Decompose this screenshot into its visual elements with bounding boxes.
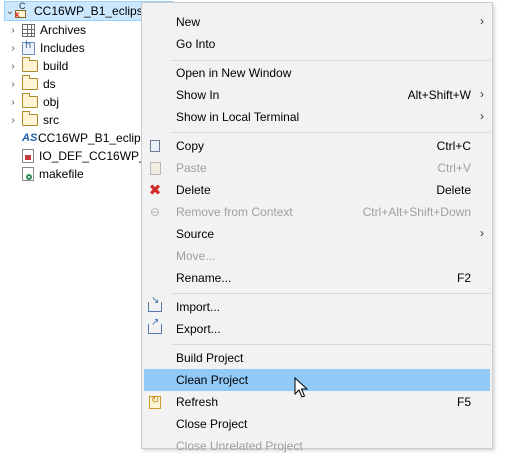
menu-item-label: Export... bbox=[176, 322, 221, 336]
project-icon: Cx bbox=[15, 1, 26, 19]
delete-icon: ✖ bbox=[148, 181, 162, 199]
menu-item-clean-project[interactable]: Clean Project bbox=[144, 369, 490, 391]
menu-item-build-project[interactable]: Build Project bbox=[144, 347, 490, 369]
menu-item-shortcut: Ctrl+V bbox=[437, 161, 471, 175]
copy-icon bbox=[147, 138, 163, 154]
menu-item-import[interactable]: Import... bbox=[144, 295, 490, 318]
menu-item-copy[interactable]: Copy Ctrl+C bbox=[144, 135, 490, 157]
menu-item-shortcut: F2 bbox=[456, 271, 471, 285]
menu-item-label: Show In bbox=[176, 88, 220, 102]
folder-icon bbox=[22, 57, 38, 72]
menu-item-label: Show in Local Terminal bbox=[176, 110, 300, 124]
submenu-arrow-icon: › bbox=[480, 87, 484, 101]
menu-item-source[interactable]: Source › bbox=[144, 223, 490, 245]
context-menu: New › Go Into Open in New Window Show In… bbox=[141, 2, 493, 453]
menu-item-label: Paste bbox=[176, 161, 207, 175]
menu-item-go-into[interactable]: Go Into bbox=[144, 33, 490, 55]
submenu-arrow-icon: › bbox=[480, 226, 484, 240]
tree-item-label: CC16WP_B1_eclips bbox=[38, 131, 147, 145]
menu-item-new[interactable]: New › bbox=[144, 11, 490, 33]
menu-item-move[interactable]: Move... bbox=[144, 245, 490, 267]
tree-item-label: src bbox=[43, 113, 59, 127]
chevron-right-icon[interactable]: › bbox=[8, 115, 18, 126]
menu-item-show-in[interactable]: Show In Alt+Shift+W › bbox=[144, 84, 490, 106]
chevron-right-icon[interactable]: › bbox=[8, 43, 18, 54]
chevron-right-icon[interactable]: › bbox=[8, 61, 18, 72]
chevron-right-icon[interactable]: › bbox=[8, 25, 18, 36]
tree-item-label: obj bbox=[43, 95, 60, 109]
menu-item-show-in-local-terminal[interactable]: Show in Local Terminal › bbox=[144, 106, 490, 128]
menu-item-remove-from-context[interactable]: ⊖ Remove from Context Ctrl+Alt+Shift+Dow… bbox=[144, 201, 490, 223]
import-icon bbox=[147, 295, 163, 315]
tree-item-pdf-file[interactable]: IO_DEF_CC16WP_E bbox=[22, 147, 154, 165]
archive-grid-icon bbox=[22, 23, 35, 37]
tree-item-includes[interactable]: › Includes bbox=[8, 39, 85, 57]
menu-item-label: Move... bbox=[176, 249, 216, 263]
menu-item-label: Build Project bbox=[176, 351, 244, 365]
tree-item-src[interactable]: › src bbox=[8, 111, 59, 129]
menu-item-label: Close Project bbox=[176, 417, 248, 431]
menu-item-shortcut: Delete bbox=[436, 183, 471, 197]
menu-item-open-in-new-window[interactable]: Open in New Window bbox=[144, 62, 490, 84]
tree-item-label: Archives bbox=[40, 23, 87, 37]
menu-item-label: Copy bbox=[176, 139, 205, 153]
menu-item-label: Open in New Window bbox=[176, 66, 292, 80]
refresh-icon bbox=[147, 394, 163, 410]
menu-item-label: Clean Project bbox=[176, 373, 249, 387]
menu-item-shortcut: Ctrl+Alt+Shift+Down bbox=[362, 205, 471, 219]
tree-item-label: ds bbox=[43, 77, 56, 91]
tree-item-archives[interactable]: › Archives bbox=[8, 21, 86, 39]
tree-item-assembly-file[interactable]: AS CC16WP_B1_eclips bbox=[22, 129, 147, 147]
menu-item-close-project[interactable]: Close Project bbox=[144, 413, 490, 435]
submenu-arrow-icon: › bbox=[480, 109, 484, 123]
mouse-cursor-icon bbox=[294, 377, 308, 398]
remove-context-icon: ⊖ bbox=[149, 205, 161, 219]
menu-item-label: Remove from Context bbox=[176, 205, 293, 219]
folder-icon bbox=[22, 75, 38, 90]
submenu-arrow-icon: › bbox=[480, 14, 484, 28]
menu-item-shortcut: F5 bbox=[456, 395, 471, 409]
pdf-file-icon bbox=[22, 149, 34, 163]
folder-icon bbox=[22, 111, 38, 126]
menu-item-label: Rename... bbox=[176, 271, 232, 285]
chevron-right-icon[interactable]: › bbox=[8, 97, 18, 108]
menu-item-label: Import... bbox=[176, 300, 221, 314]
menu-item-label: Delete bbox=[176, 183, 211, 197]
menu-item-label: Go Into bbox=[176, 37, 216, 51]
menu-item-label: Source bbox=[176, 227, 215, 241]
menu-separator bbox=[172, 344, 490, 345]
chevron-down-icon[interactable]: ⌄ bbox=[5, 6, 15, 17]
assembly-file-icon: AS bbox=[22, 132, 38, 144]
menu-item-shortcut: Ctrl+C bbox=[436, 139, 471, 153]
tree-item-label: build bbox=[43, 59, 69, 73]
tree-item-ds[interactable]: › ds bbox=[8, 75, 56, 93]
menu-item-refresh[interactable]: Refresh F5 bbox=[144, 391, 490, 413]
menu-separator bbox=[172, 293, 490, 294]
menu-item-label: Close Unrelated Project bbox=[176, 439, 303, 453]
menu-separator bbox=[172, 132, 490, 133]
menu-item-label: New bbox=[176, 15, 201, 29]
chevron-right-icon[interactable]: › bbox=[8, 79, 18, 90]
menu-item-delete[interactable]: ✖ Delete Delete bbox=[144, 179, 490, 201]
tree-item-build[interactable]: › build bbox=[8, 57, 68, 75]
menu-item-close-unrelated-project[interactable]: Close Unrelated Project bbox=[144, 435, 490, 457]
tree-item-label: makefile bbox=[39, 167, 84, 181]
tree-item-label: Includes bbox=[40, 41, 85, 55]
includes-icon bbox=[22, 40, 35, 55]
export-icon bbox=[147, 317, 163, 337]
tree-item-obj[interactable]: › obj bbox=[8, 93, 59, 111]
tree-item-makefile[interactable]: makefile bbox=[22, 165, 84, 183]
menu-item-export[interactable]: Export... bbox=[144, 317, 490, 340]
menu-item-paste[interactable]: Paste Ctrl+V bbox=[144, 157, 490, 179]
menu-item-shortcut: Alt+Shift+W bbox=[407, 88, 471, 102]
menu-separator bbox=[172, 60, 490, 61]
menu-item-label: Refresh bbox=[176, 395, 219, 409]
folder-icon bbox=[22, 93, 38, 108]
menu-item-rename[interactable]: Rename... F2 bbox=[144, 267, 490, 289]
paste-icon bbox=[147, 160, 163, 176]
makefile-icon bbox=[22, 167, 34, 181]
tree-item-label: IO_DEF_CC16WP_E bbox=[39, 149, 154, 163]
